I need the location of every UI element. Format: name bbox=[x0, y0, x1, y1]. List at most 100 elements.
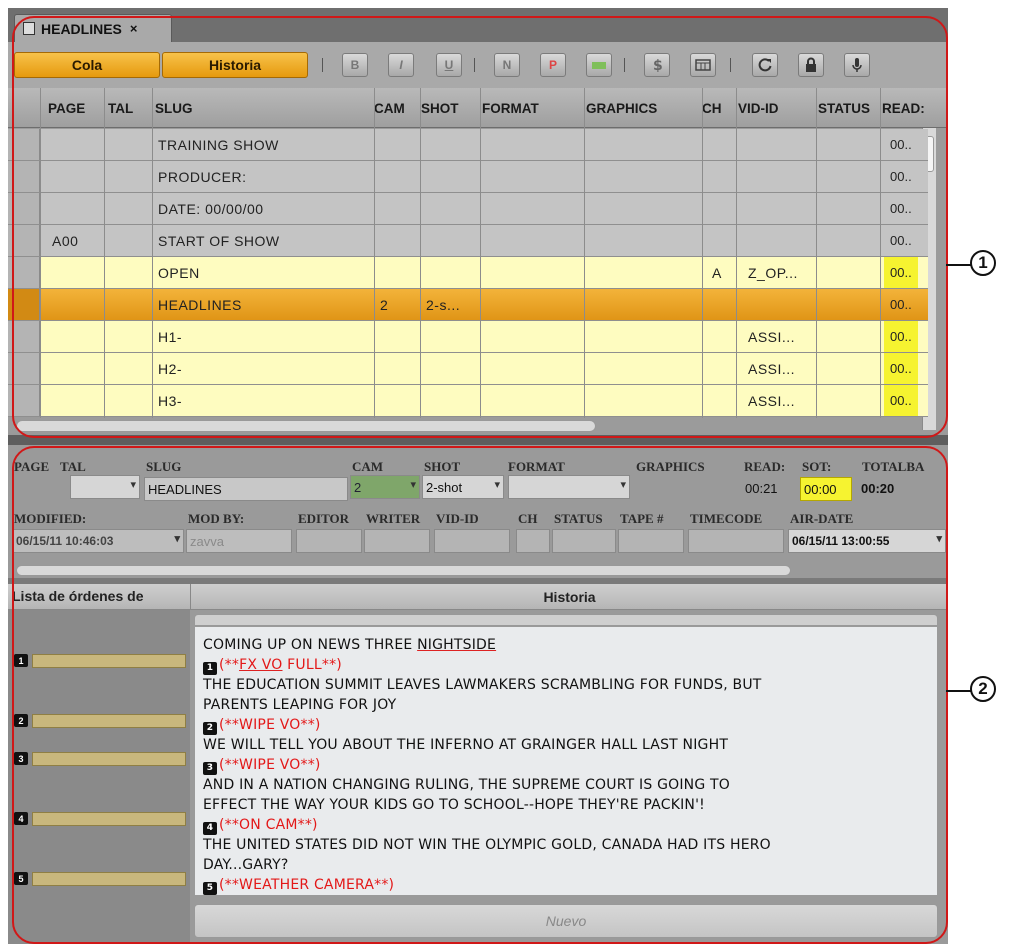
column-header-read[interactable]: READ: bbox=[882, 101, 926, 116]
tape-field[interactable] bbox=[618, 529, 684, 553]
table-row[interactable]: H2- ASSI... 00.. bbox=[8, 353, 928, 385]
story-line: EFFECT THE WAY YOUR KIDS GO TO SCHOOL--H… bbox=[203, 797, 705, 813]
row-selector[interactable] bbox=[8, 257, 40, 288]
story-text-editor[interactable]: COMING UP ON NEWS THREE NIGHTSIDE 1 (**FX… bbox=[194, 626, 938, 896]
cue-item[interactable]: 5 bbox=[14, 872, 186, 888]
row-selector[interactable] bbox=[8, 193, 40, 224]
column-header-vid-id[interactable]: VID-ID bbox=[738, 101, 813, 116]
cam-dropdown[interactable]: 2 bbox=[350, 475, 420, 499]
column-header-format[interactable]: FORMAT bbox=[482, 101, 582, 116]
sot-field[interactable]: 00:00 bbox=[800, 477, 852, 501]
underline-button[interactable]: U bbox=[436, 53, 462, 77]
cue-bar[interactable] bbox=[32, 872, 186, 886]
cue-bar[interactable] bbox=[32, 752, 186, 766]
column-header-slug[interactable]: SLUG bbox=[155, 101, 365, 116]
details-horizontal-scrollbar[interactable] bbox=[16, 565, 791, 576]
cell-read: 00.. bbox=[890, 233, 912, 248]
cell-read: 00.. bbox=[890, 169, 912, 184]
vid-id-field[interactable] bbox=[434, 529, 510, 553]
label-graphics: GRAPHICS bbox=[636, 459, 705, 474]
column-header-ch[interactable]: CH bbox=[702, 101, 732, 116]
timecode-field[interactable] bbox=[688, 529, 784, 553]
grid-column-divider bbox=[152, 88, 153, 418]
table-row[interactable]: OPEN A Z_OP... 00.. bbox=[8, 257, 928, 289]
cue-item[interactable]: 2 bbox=[14, 714, 186, 730]
table-row[interactable]: A00 START OF SHOW 00.. bbox=[8, 225, 928, 257]
cell-vid-id: Z_OP... bbox=[748, 265, 798, 281]
label-tal: TAL bbox=[60, 459, 86, 474]
grid-column-divider bbox=[40, 88, 41, 418]
row-selector[interactable] bbox=[8, 321, 40, 352]
table-row[interactable]: HEADLINES 2 2-s... 00.. bbox=[8, 289, 928, 321]
tab-headlines[interactable]: HEADLINES × bbox=[14, 14, 172, 42]
table-row[interactable]: TRAINING SHOW 00.. bbox=[8, 129, 928, 161]
p-button[interactable]: P bbox=[540, 53, 566, 77]
table-row[interactable]: PRODUCER: 00.. bbox=[8, 161, 928, 193]
column-header-cam[interactable]: CAM bbox=[374, 101, 420, 116]
cell-read: 00.. bbox=[890, 137, 912, 152]
callout-line-2 bbox=[946, 690, 972, 692]
row-selector[interactable] bbox=[8, 353, 40, 384]
grid-horizontal-scrollbar[interactable] bbox=[16, 420, 596, 432]
table-row[interactable]: H1- ASSI... 00.. bbox=[8, 321, 928, 353]
cue-item[interactable]: 1 bbox=[14, 654, 186, 670]
label-shot: SHOT bbox=[424, 459, 461, 474]
pane-divider[interactable] bbox=[8, 435, 948, 445]
tab-bar: HEADLINES × bbox=[8, 8, 948, 42]
dollar-button[interactable]: $ bbox=[644, 53, 670, 77]
editor-field[interactable] bbox=[296, 529, 362, 553]
writer-field[interactable] bbox=[364, 529, 430, 553]
microphone-button[interactable] bbox=[844, 53, 870, 77]
production-cue[interactable]: 2 (**WIPE VO**) bbox=[203, 715, 929, 735]
cue-bar[interactable] bbox=[32, 654, 186, 668]
row-selector[interactable] bbox=[8, 225, 40, 256]
story-text: COMING UP ON NEWS THREE bbox=[203, 637, 418, 653]
lock-button[interactable] bbox=[798, 53, 824, 77]
column-header-status[interactable]: STATUS bbox=[818, 101, 880, 116]
callout-line-1 bbox=[946, 264, 972, 266]
bold-button[interactable]: B bbox=[342, 53, 368, 77]
new-story-button[interactable]: Nuevo bbox=[194, 904, 938, 938]
slug-field[interactable]: HEADLINES bbox=[144, 477, 348, 501]
column-header-page[interactable]: PAGE bbox=[48, 101, 100, 116]
n-button[interactable]: N bbox=[494, 53, 520, 77]
historia-button[interactable]: Historia bbox=[162, 52, 308, 78]
green-block-button[interactable] bbox=[586, 53, 612, 77]
label-vid-id: VID-ID bbox=[436, 511, 479, 526]
dollar-icon: $ bbox=[653, 58, 663, 73]
close-icon[interactable]: × bbox=[130, 21, 138, 36]
column-header-tal[interactable]: TAL bbox=[108, 101, 146, 116]
cue-bar[interactable] bbox=[32, 812, 186, 826]
row-selector[interactable] bbox=[8, 161, 40, 192]
row-selector[interactable] bbox=[8, 289, 40, 320]
shot-dropdown[interactable]: 2-shot bbox=[422, 475, 504, 499]
story-line: DAY...GARY? bbox=[203, 857, 289, 873]
production-cue[interactable]: 1 (**FX VO FULL**) bbox=[203, 655, 929, 675]
cue-bar[interactable] bbox=[32, 714, 186, 728]
column-header-graphics[interactable]: GRAPHICS bbox=[586, 101, 696, 116]
production-cue[interactable]: 4 (**ON CAM**) bbox=[203, 815, 929, 835]
production-cue[interactable]: 3 (**WIPE VO**) bbox=[203, 755, 929, 775]
cue-item[interactable]: 3 bbox=[14, 752, 186, 768]
production-cue[interactable]: 5 (**WEATHER CAMERA**) bbox=[203, 875, 929, 895]
column-header-shot[interactable]: SHOT bbox=[421, 101, 477, 116]
row-selector[interactable] bbox=[8, 129, 40, 160]
cell-read: 00.. bbox=[890, 297, 912, 312]
ch-field[interactable] bbox=[516, 529, 550, 553]
cue-item[interactable]: 4 bbox=[14, 812, 186, 828]
refresh-button[interactable] bbox=[752, 53, 778, 77]
tal-dropdown[interactable] bbox=[70, 475, 140, 499]
table-row[interactable]: DATE: 00/00/00 00.. bbox=[8, 193, 928, 225]
table-row[interactable]: H3- ASSI... 00.. bbox=[8, 385, 928, 417]
table-button[interactable] bbox=[690, 53, 716, 77]
cue-text: FX VO bbox=[239, 657, 283, 673]
grid-column-divider bbox=[420, 88, 421, 418]
format-dropdown[interactable] bbox=[508, 475, 630, 499]
cola-button[interactable]: Cola bbox=[14, 52, 160, 78]
italic-button[interactable]: I bbox=[388, 53, 414, 77]
cue-text: (** bbox=[219, 657, 240, 673]
air-date-field[interactable]: 06/15/11 13:00:55 bbox=[788, 529, 946, 553]
lock-icon bbox=[806, 57, 816, 72]
status-field[interactable] bbox=[552, 529, 616, 553]
row-selector[interactable] bbox=[8, 385, 40, 416]
